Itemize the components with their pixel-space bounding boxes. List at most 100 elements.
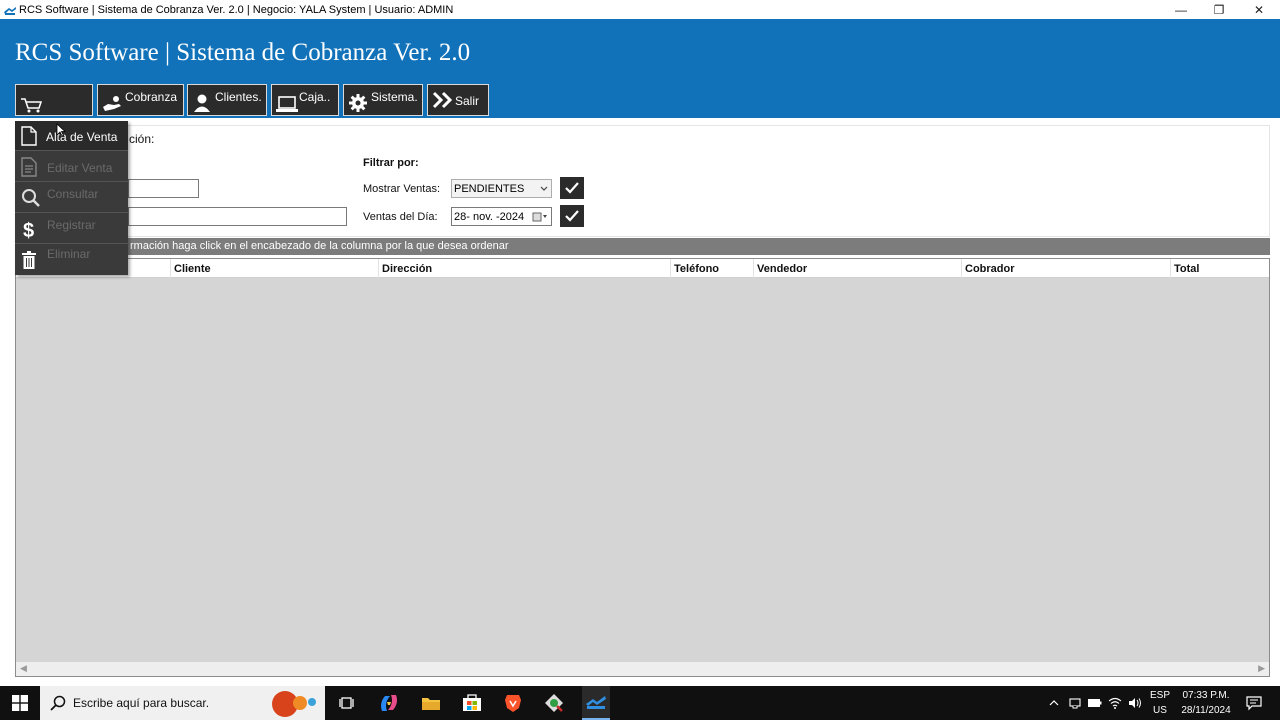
taskbar-copilot[interactable] [375,686,403,720]
keyboard-layout[interactable]: US [1150,705,1170,716]
column-header-direccion[interactable]: Dirección [378,259,668,278]
tray-network-status[interactable] [1066,686,1084,720]
taskbar-rcs-app[interactable] [582,686,610,720]
apply-ventas-dia-button[interactable] [560,205,584,227]
taskbar-file-explorer[interactable] [417,686,445,720]
menu-item-eliminar-label: Eliminar [47,247,91,261]
folder-icon [422,698,440,710]
tray-overflow-button[interactable] [1046,686,1062,720]
scroll-left-icon[interactable]: ◀ [20,663,27,674]
check-icon [565,182,579,194]
os-taskbar: Escribe aquí para buscar. ESP US 07:33 P… [0,686,1280,720]
app-window: RCS Software | Sistema de Cobranza Ver. … [0,0,1280,720]
chevron-up-icon [1049,700,1059,706]
column-header-cliente[interactable]: Cliente [170,259,376,278]
restore-icon: ❐ [1213,2,1225,17]
sistema-button[interactable]: Sistema. [343,84,423,116]
wifi-icon [1108,697,1122,709]
network-adapter-icon [1069,698,1081,709]
task-view-button[interactable] [333,686,360,720]
ventas-dia-datepicker[interactable]: 28- nov. -2024 [451,207,552,226]
scroll-right-icon[interactable]: ▶ [1258,663,1265,674]
clock-date[interactable]: 28/11/2024 [1176,705,1236,716]
minimize-icon: — [1175,2,1187,17]
search-input-1[interactable] [128,179,199,198]
menu-item-eliminar[interactable]: Eliminar [15,245,128,275]
ventas-dia-value: 28- nov. -2024 [454,210,525,223]
double-chevron-right-icon [432,91,453,109]
menu-item-consultar-label: Consultar [47,187,99,201]
app-header: RCS Software | Sistema de Cobranza Ver. … [0,19,1280,118]
search-input-2[interactable] [128,207,347,226]
salir-label: Salir [455,94,480,108]
tool-app-icon [545,694,563,712]
cobranza-label: Cobranza [125,90,178,104]
gear-icon [349,94,367,112]
start-button[interactable] [0,686,40,720]
calendar-icon [532,212,547,222]
apply-mostrar-ventas-button[interactable] [560,177,584,199]
panel-partial-label: ción: [129,132,155,146]
ventas-dropdown-menu: Alta de Venta Editar Venta Consultar $ R… [15,121,128,275]
sistema-label: Sistema. [371,90,418,104]
grid-header: Cliente Dirección Teléfono Vendedor Cobr… [16,259,1269,278]
column-header-vendedor[interactable]: Vendedor [753,259,959,278]
task-view-icon [338,697,354,709]
mostrar-ventas-select[interactable]: PENDIENTES [451,179,552,198]
column-header-total[interactable]: Total [1170,259,1269,278]
user-icon [194,94,210,112]
salir-button[interactable]: Salir [427,84,489,116]
taskbar-brave[interactable] [499,686,527,720]
rcs-app-icon [586,696,606,709]
tray-wifi[interactable] [1106,686,1124,720]
tray-volume[interactable] [1126,686,1144,720]
laptop-icon [276,96,298,112]
cobranza-button[interactable]: Cobranza [97,84,184,116]
taskbar-search-box[interactable]: Escribe aquí para buscar. [40,686,325,720]
caja-button[interactable]: Caja.. [271,84,339,116]
menu-item-editar-venta[interactable]: Editar Venta [15,152,128,182]
check-icon [565,210,579,222]
battery-icon [1088,699,1102,707]
tray-battery[interactable] [1086,686,1104,720]
menu-item-registrar[interactable]: $ Registrar [15,214,128,244]
sort-hint-text: rmación haga click en el encabezado de l… [130,240,509,252]
column-header-cobrador[interactable]: Cobrador [961,259,1167,278]
close-button[interactable]: ✕ [1240,0,1278,19]
clientes-label: Clientes. [215,90,262,104]
magnifier-icon [22,189,40,207]
window-title: RCS Software | Sistema de Cobranza Ver. … [19,3,454,16]
taskbar-search-placeholder: Escribe aquí para buscar. [73,696,210,710]
mouse-cursor-icon [56,123,66,137]
ventas-dia-label: Ventas del Día: [363,211,438,223]
sort-hint-bar: rmación haga click en el encabezado de l… [15,238,1270,255]
horizontal-scrollbar[interactable]: ◀ ▶ [16,662,1269,676]
svg-text:$: $ [23,220,34,241]
new-document-icon [21,126,37,146]
brave-browser-icon [505,695,521,712]
taskbar-store[interactable] [458,686,486,720]
menu-item-editar-venta-label: Editar Venta [47,161,113,175]
cart-icon [21,98,43,113]
menu-item-consultar[interactable]: Consultar [15,183,128,213]
clock-time[interactable]: 07:33 P.M. [1176,690,1236,701]
menu-item-registrar-label: Registrar [47,218,96,232]
notification-center-button[interactable] [1242,686,1266,720]
mostrar-ventas-label: Mostrar Ventas: [363,183,441,195]
keyboard-language[interactable]: ESP [1150,690,1170,701]
column-header-telefono[interactable]: Teléfono [670,259,750,278]
minimize-button[interactable]: — [1162,0,1200,19]
sales-grid[interactable]: Cliente Dirección Teléfono Vendedor Cobr… [15,258,1270,677]
restore-button[interactable]: ❐ [1200,0,1238,19]
store-icon [463,694,481,711]
filter-title: Filtrar por: [363,157,419,169]
ventas-menu-button[interactable] [15,84,93,116]
clientes-button[interactable]: Clientes. [187,84,267,116]
taskbar-app-tool[interactable] [540,686,568,720]
edit-document-icon [21,157,37,177]
menu-item-alta-venta[interactable]: Alta de Venta [15,121,128,151]
planet-decoration-icon [272,691,316,717]
window-titlebar: RCS Software | Sistema de Cobranza Ver. … [0,0,1280,19]
speaker-icon [1129,698,1141,708]
search-icon [50,695,66,711]
